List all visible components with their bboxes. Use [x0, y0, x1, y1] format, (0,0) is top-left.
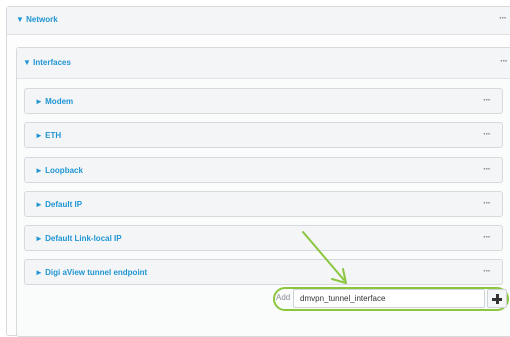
plus-icon-bar: [492, 298, 502, 301]
add-label: Add: [276, 293, 291, 302]
add-interface-input[interactable]: [293, 289, 485, 308]
callout-arrow: [302, 231, 347, 284]
add-interface-button[interactable]: [487, 289, 507, 308]
